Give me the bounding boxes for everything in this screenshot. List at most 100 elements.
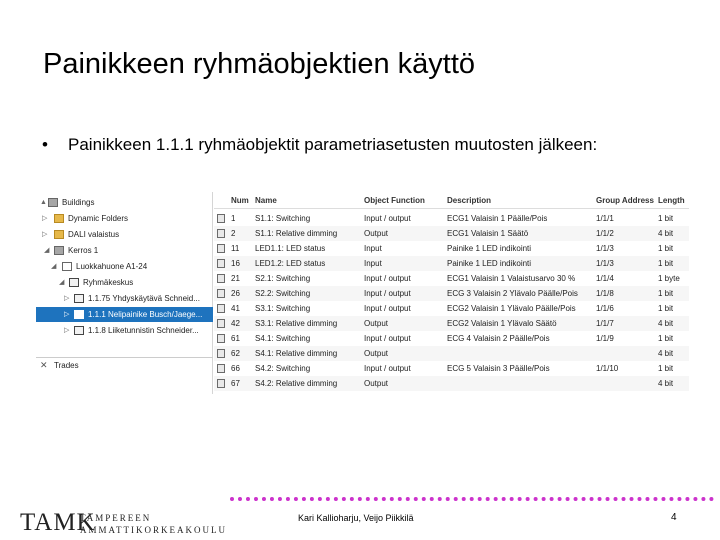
table-row[interactable]: 21 S2.1: Switching Input / output ECG1 V…: [214, 271, 689, 286]
cell-description: ECG1 Valaisin 1 Säätö: [447, 229, 529, 238]
table-row[interactable]: 26 S2.2: Switching Input / output ECG 3 …: [214, 286, 689, 301]
tree-item-trades[interactable]: ✕ Trades: [36, 357, 213, 372]
footer-divider: [230, 497, 714, 501]
tree-item-device-1-1-8[interactable]: ▷ 1.1.8 Liiketunnistin Schneider...: [36, 323, 213, 338]
table-row[interactable]: 62 S4.1: Relative dimming Output 4 bit: [214, 346, 689, 361]
column-header-name[interactable]: Name: [255, 192, 360, 209]
tree-item-dynamic-folders[interactable]: ▷ Dynamic Folders: [36, 211, 213, 226]
tree-item-label: 1.1.1 Nelipainike Busch/Jaege...: [88, 310, 203, 319]
table-row[interactable]: 67 S4.2: Relative dimming Output 4 bit: [214, 376, 689, 391]
cell-num: 11: [231, 244, 240, 253]
cell-description: ECG 5 Valaisin 3 Päälle/Pois: [447, 364, 550, 373]
expand-icon[interactable]: ▷: [42, 211, 47, 226]
cell-num: 1: [231, 214, 236, 223]
tree-item-luokkahuone[interactable]: ◢ Luokkahuone A1-24: [36, 259, 213, 274]
group-object-icon: [217, 364, 225, 373]
logo-line-2: AMMATTIKORKEAKOULU: [80, 525, 227, 535]
cell-description: ECG 4 Valaisin 2 Päälle/Pois: [447, 334, 550, 343]
tree-item-kerros[interactable]: ◢ Kerros 1: [36, 243, 213, 258]
tree-item-label: 1.1.75 Yhdyskäytävä Schneid...: [88, 294, 200, 303]
cell-name: S3.1: Switching: [255, 304, 311, 313]
tree-item-label: Trades: [54, 361, 79, 370]
cabinet-icon: [69, 278, 79, 287]
table-row[interactable]: 42 S3.1: Relative dimming Output ECG2 Va…: [214, 316, 689, 331]
tree-item-dali[interactable]: ▷ DALI valaistus: [36, 227, 213, 242]
cell-num: 2: [231, 229, 236, 238]
cell-length: 4 bit: [658, 319, 674, 328]
table-row[interactable]: 66 S4.2: Switching Input / output ECG 5 …: [214, 361, 689, 376]
cell-name: LED1.2: LED status: [255, 259, 326, 268]
cell-num: 42: [231, 319, 240, 328]
table-row[interactable]: 1 S1.1: Switching Input / output ECG1 Va…: [214, 211, 689, 226]
group-object-icon: [217, 274, 225, 283]
bullet-dot: •: [42, 135, 48, 154]
tree-item-buildings[interactable]: ▲ Buildings: [36, 195, 213, 210]
cell-length: 1 bit: [658, 364, 674, 373]
cell-function: Output: [364, 349, 389, 358]
cell-group-address: 1/1/6: [596, 304, 614, 313]
floor-icon: [54, 246, 64, 255]
cell-num: 26: [231, 289, 240, 298]
cell-function: Input / output: [364, 214, 411, 223]
table-row[interactable]: 41 S3.1: Switching Input / output ECG2 V…: [214, 301, 689, 316]
tree-item-device-1-1-75[interactable]: ▷ 1.1.75 Yhdyskäytävä Schneid...: [36, 291, 213, 306]
cell-group-address: 1/1/3: [596, 244, 614, 253]
cell-group-address: 1/1/4: [596, 274, 614, 283]
expand-icon[interactable]: ▷: [42, 227, 47, 242]
device-icon: [74, 310, 84, 319]
cell-function: Input / output: [364, 304, 411, 313]
cell-group-address: 1/1/10: [596, 364, 619, 373]
collapse-icon[interactable]: ◢: [44, 243, 49, 258]
collapse-icon[interactable]: ◢: [51, 259, 56, 274]
cell-name: S1.1: Switching: [255, 214, 311, 223]
group-object-icon: [217, 259, 225, 268]
cell-description: Painike 1 LED indikointi: [447, 259, 532, 268]
cell-num: 62: [231, 349, 240, 358]
cell-name: S4.2: Switching: [255, 364, 311, 373]
table-row[interactable]: 16 LED1.2: LED status Input Painike 1 LE…: [214, 256, 689, 271]
cell-length: 4 bit: [658, 229, 674, 238]
tree-item-device-1-1-1[interactable]: ▷ 1.1.1 Nelipainike Busch/Jaege...: [36, 307, 213, 322]
expand-icon[interactable]: ▷: [64, 307, 69, 322]
cell-length: 1 byte: [658, 274, 680, 283]
cell-description: Painike 1 LED indikointi: [447, 244, 532, 253]
group-object-icon: [217, 379, 225, 388]
cell-description: ECG2 Valaisin 1 Ylävalo Säätö: [447, 319, 557, 328]
group-object-icon: [217, 244, 225, 253]
collapse-icon[interactable]: ▲: [40, 195, 47, 210]
table-body: 1 S1.1: Switching Input / output ECG1 Va…: [214, 211, 689, 394]
cell-name: S4.1: Relative dimming: [255, 349, 338, 358]
table-row[interactable]: 11 LED1.1: LED status Input Painike 1 LE…: [214, 241, 689, 256]
table-row[interactable]: 2 S1.1: Relative dimming Output ECG1 Val…: [214, 226, 689, 241]
cell-function: Output: [364, 379, 389, 388]
cell-length: 4 bit: [658, 379, 674, 388]
tree-item-label: DALI valaistus: [68, 230, 120, 239]
cell-description: ECG2 Valaisin 1 Ylävalo Päälle/Pois: [447, 304, 576, 313]
tree-item-label: Dynamic Folders: [68, 214, 129, 223]
tree-item-label: 1.1.8 Liiketunnistin Schneider...: [88, 326, 199, 335]
cell-length: 1 bit: [658, 259, 674, 268]
column-header-num[interactable]: Num: [231, 192, 255, 209]
column-header-length[interactable]: Length: [658, 192, 689, 209]
cell-group-address: 1/1/3: [596, 259, 614, 268]
expand-icon[interactable]: ▷: [64, 323, 69, 338]
expand-icon[interactable]: ▷: [64, 291, 69, 306]
column-header-object-function[interactable]: Object Function: [364, 192, 444, 209]
group-objects-table: Num Name Object Function Description Gro…: [214, 192, 689, 394]
table-row[interactable]: 61 S4.1: Switching Input / output ECG 4 …: [214, 331, 689, 346]
cell-group-address: 1/1/1: [596, 214, 614, 223]
column-header-group-address[interactable]: Group Address: [596, 192, 658, 209]
ets-screenshot: ▲ Buildings ▷ Dynamic Folders ▷ DALI val…: [36, 192, 689, 394]
building-icon: [48, 198, 58, 207]
device-icon: [74, 294, 84, 303]
group-object-icon: [217, 319, 225, 328]
column-header-description[interactable]: Description: [447, 192, 594, 209]
cell-length: 1 bit: [658, 334, 674, 343]
cell-name: S2.1: Switching: [255, 274, 311, 283]
room-icon: [62, 262, 72, 271]
tree-item-ryhmakeskus[interactable]: ◢ Ryhmäkeskus: [36, 275, 213, 290]
collapse-icon[interactable]: ◢: [59, 275, 64, 290]
cell-description: ECG1 Valaisin 1 Päälle/Pois: [447, 214, 548, 223]
cell-function: Output: [364, 319, 389, 328]
cell-name: LED1.1: LED status: [255, 244, 326, 253]
